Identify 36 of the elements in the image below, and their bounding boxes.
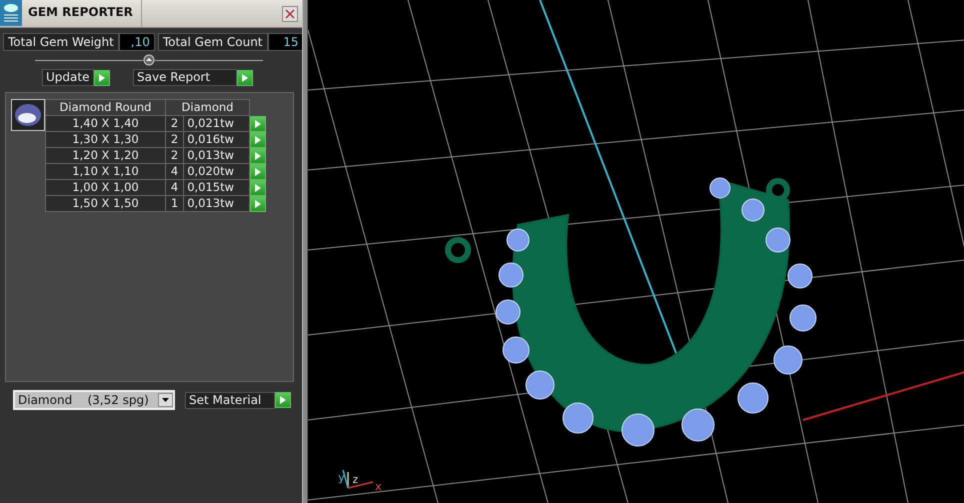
play-icon[interactable] [250, 116, 266, 132]
close-button[interactable] [282, 6, 298, 22]
column-header: Diamond [166, 100, 250, 116]
splitter-handle-icon[interactable] [143, 54, 155, 66]
total-label: Total Gem Weight [3, 33, 119, 51]
play-icon[interactable] [94, 70, 110, 86]
table-cell: 1,10 X 1,10 [46, 164, 166, 180]
app-logo-icon [0, 0, 22, 26]
gem-thumbnail [11, 99, 45, 131]
table-cell: 0,016tw [184, 132, 250, 148]
window-title: GEM REPORTER [22, 0, 142, 27]
table-cell: 0,015tw [184, 180, 250, 196]
total-value: ,10 [118, 33, 155, 51]
column-header: Diamond Round [46, 100, 166, 116]
table-cell: 1,20 X 1,20 [46, 148, 166, 164]
table-cell: 1,30 X 1,30 [46, 132, 166, 148]
play-icon[interactable] [237, 70, 253, 86]
close-icon [285, 9, 295, 19]
table-cell: 0,013tw [184, 148, 250, 164]
table-cell: 0,021tw [184, 116, 250, 132]
update-button[interactable]: Update [42, 69, 94, 86]
total-value: 15 [268, 33, 304, 51]
axis-label: y [338, 470, 345, 486]
material-dropdown[interactable]: Diamond (3,52 spg) [13, 390, 175, 410]
table-cell: 1,50 X 1,50 [46, 196, 166, 212]
table-cell: 1,00 X 1,00 [46, 180, 166, 196]
total-label: Total Gem Count [158, 33, 268, 51]
dropdown-value: Diamond (3,52 spg) [18, 392, 149, 409]
table-cell: 1,40 X 1,40 [46, 116, 166, 132]
set-material-button[interactable]: Set Material [185, 392, 275, 408]
table-cell: 0,020tw [184, 164, 250, 180]
save-report-button[interactable]: Save Report [133, 69, 237, 86]
caret-icon [162, 398, 169, 402]
table-cell: 0,013tw [184, 196, 250, 212]
axis-label: z [352, 472, 359, 488]
axis-label: x [375, 479, 382, 495]
